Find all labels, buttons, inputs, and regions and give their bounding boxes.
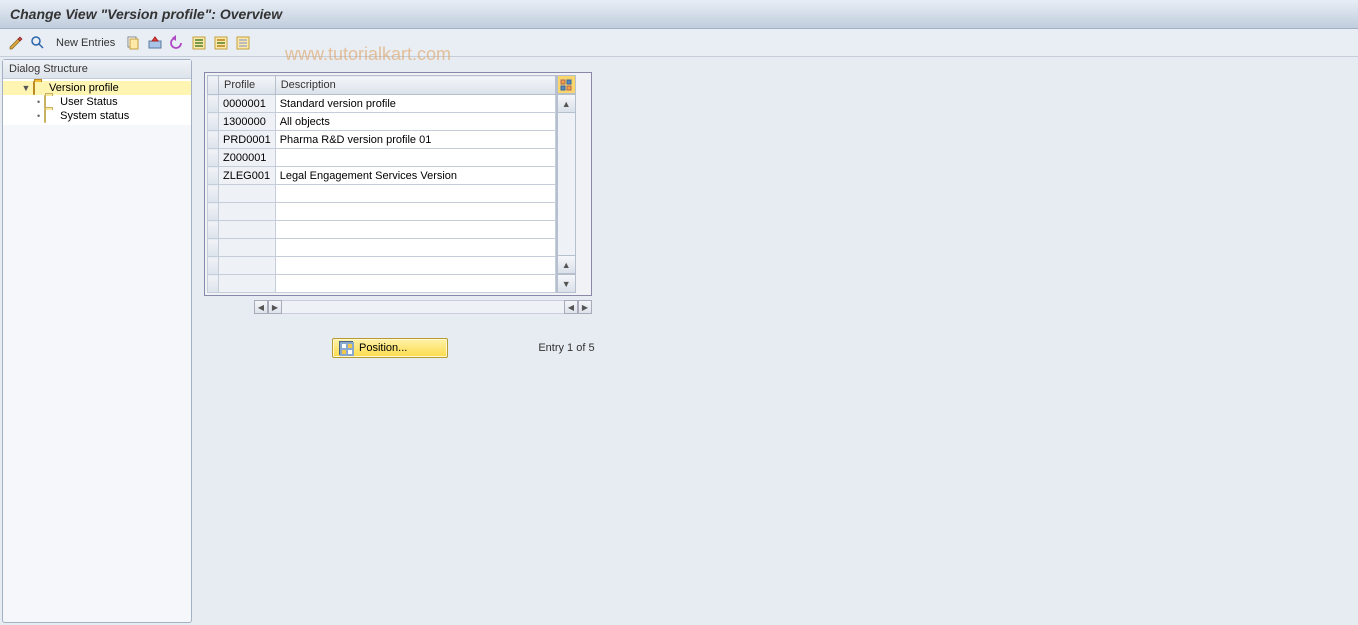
collapse-icon[interactable]: ▼ xyxy=(21,83,31,93)
row-selector[interactable] xyxy=(208,257,219,275)
select-block-icon[interactable] xyxy=(213,35,229,51)
row-selector[interactable] xyxy=(208,275,219,293)
table-row[interactable] xyxy=(208,257,556,275)
scroll-left-icon[interactable]: ◀ xyxy=(254,300,268,314)
cell-description[interactable] xyxy=(275,275,555,293)
cell-profile[interactable] xyxy=(219,185,276,203)
corner-cell[interactable] xyxy=(208,76,219,95)
main-area: Dialog Structure ▼ Version profile • Use… xyxy=(0,57,1358,625)
tree-item-version-profile[interactable]: ▼ Version profile xyxy=(3,81,191,95)
window-title: Change View "Version profile": Overview xyxy=(0,0,1358,29)
scroll-up-icon[interactable]: ▲ xyxy=(557,94,576,113)
cell-profile[interactable] xyxy=(219,257,276,275)
table-row[interactable]: 0000001Standard version profile xyxy=(208,95,556,113)
row-selector[interactable] xyxy=(208,113,219,131)
cell-description[interactable]: Pharma R&D version profile 01 xyxy=(275,131,555,149)
table-row[interactable] xyxy=(208,203,556,221)
find-icon[interactable] xyxy=(30,35,46,51)
cell-profile[interactable] xyxy=(219,221,276,239)
tree-item-system-status[interactable]: • System status xyxy=(3,109,191,123)
cell-description[interactable]: Standard version profile xyxy=(275,95,555,113)
table-row[interactable] xyxy=(208,185,556,203)
row-selector[interactable] xyxy=(208,185,219,203)
toolbar: New Entries xyxy=(0,29,1358,57)
tree-item-label: Version profile xyxy=(49,82,119,94)
footer-row: Position... Entry 1 of 5 xyxy=(204,338,1348,358)
horizontal-scroll: ◀ ▶ ◀ ▶ xyxy=(204,298,592,316)
scroll-right2-icon[interactable]: ▶ xyxy=(578,300,592,314)
undo-icon[interactable] xyxy=(169,35,185,51)
row-selector[interactable] xyxy=(208,149,219,167)
table-row[interactable] xyxy=(208,275,556,293)
column-header-description[interactable]: Description xyxy=(275,76,555,95)
scroll-down-icon[interactable]: ▼ xyxy=(557,274,576,293)
column-header-profile[interactable]: Profile xyxy=(219,76,276,95)
leaf-bullet-icon: • xyxy=(37,97,40,107)
cell-profile[interactable]: PRD0001 xyxy=(219,131,276,149)
row-selector[interactable] xyxy=(208,167,219,185)
table-row[interactable]: 1300000All objects xyxy=(208,113,556,131)
tree-item-user-status[interactable]: • User Status xyxy=(3,95,191,109)
delete-icon[interactable] xyxy=(147,35,163,51)
cell-description[interactable] xyxy=(275,149,555,167)
scroll-left2-icon[interactable]: ◀ xyxy=(564,300,578,314)
cell-profile[interactable] xyxy=(219,203,276,221)
table-row[interactable]: PRD0001Pharma R&D version profile 01 xyxy=(208,131,556,149)
cell-description[interactable]: Legal Engagement Services Version xyxy=(275,167,555,185)
cell-profile[interactable]: ZLEG001 xyxy=(219,167,276,185)
table-row[interactable] xyxy=(208,239,556,257)
table-config-icon[interactable] xyxy=(557,75,576,94)
scroll-track[interactable] xyxy=(557,113,576,255)
cell-profile[interactable] xyxy=(219,239,276,257)
entry-count-label: Entry 1 of 5 xyxy=(538,342,594,354)
copy-icon[interactable] xyxy=(125,35,141,51)
select-all-icon[interactable] xyxy=(191,35,207,51)
cell-description[interactable]: All objects xyxy=(275,113,555,131)
hscroll-track[interactable] xyxy=(282,300,564,314)
row-selector[interactable] xyxy=(208,203,219,221)
tree-item-label: System status xyxy=(60,110,129,122)
cell-description[interactable] xyxy=(275,239,555,257)
table-vertical-scroll: ▲ ▲ ▼ xyxy=(556,75,576,293)
cell-description[interactable] xyxy=(275,221,555,239)
position-label: Position... xyxy=(359,342,407,354)
row-selector[interactable] xyxy=(208,95,219,113)
table-row[interactable]: Z000001 xyxy=(208,149,556,167)
cell-description[interactable] xyxy=(275,257,555,275)
content-area: Profile Description 0000001Standard vers… xyxy=(194,57,1358,625)
scroll-up2-icon[interactable]: ▲ xyxy=(557,255,576,274)
position-icon xyxy=(339,341,353,355)
version-profile-grid: Profile Description 0000001Standard vers… xyxy=(207,75,556,293)
cell-profile[interactable]: 1300000 xyxy=(219,113,276,131)
new-entries-button[interactable]: New Entries xyxy=(52,37,119,49)
row-selector[interactable] xyxy=(208,221,219,239)
tree-header: Dialog Structure xyxy=(3,60,191,79)
cell-description[interactable] xyxy=(275,185,555,203)
dialog-structure-panel: Dialog Structure ▼ Version profile • Use… xyxy=(2,59,192,623)
cell-profile[interactable] xyxy=(219,275,276,293)
tree-item-label: User Status xyxy=(60,96,117,108)
cell-profile[interactable]: 0000001 xyxy=(219,95,276,113)
table-wrapper: Profile Description 0000001Standard vers… xyxy=(204,72,592,296)
deselect-all-icon[interactable] xyxy=(235,35,251,51)
table-row[interactable]: ZLEG001Legal Engagement Services Version xyxy=(208,167,556,185)
cell-profile[interactable]: Z000001 xyxy=(219,149,276,167)
position-button[interactable]: Position... xyxy=(332,338,448,358)
tree-body: ▼ Version profile • User Status • System… xyxy=(3,79,191,125)
row-selector[interactable] xyxy=(208,239,219,257)
toggle-display-change-icon[interactable] xyxy=(8,35,24,51)
folder-closed-icon xyxy=(44,110,58,122)
row-selector[interactable] xyxy=(208,131,219,149)
cell-description[interactable] xyxy=(275,203,555,221)
table-row[interactable] xyxy=(208,221,556,239)
leaf-bullet-icon: • xyxy=(37,111,40,121)
scroll-right-icon[interactable]: ▶ xyxy=(268,300,282,314)
